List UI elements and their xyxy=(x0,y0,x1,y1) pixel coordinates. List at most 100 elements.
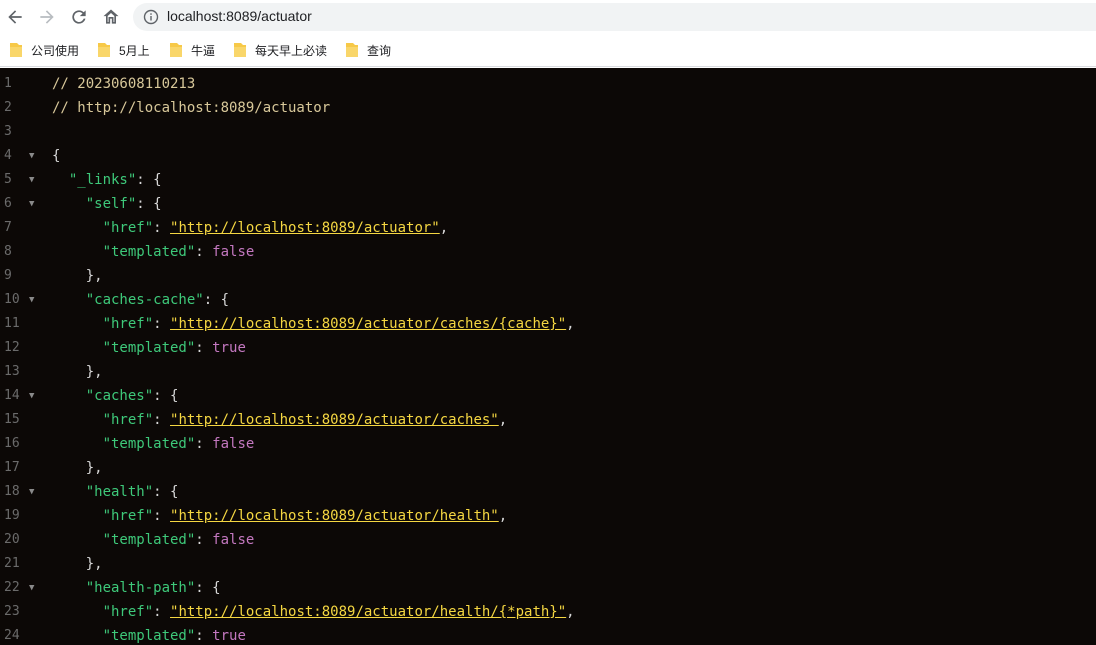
boolean-value: true xyxy=(212,340,246,356)
code-line: 2 // http://localhost:8089/actuator xyxy=(0,96,1096,120)
code-line: 4 ▼ { xyxy=(0,144,1096,168)
line-number: 12 xyxy=(4,340,20,355)
punctuation: : { xyxy=(153,484,179,500)
punctuation: : { xyxy=(203,292,230,308)
code-line: 5 ▼ "_links": { xyxy=(0,168,1096,192)
forward-button[interactable] xyxy=(35,5,59,29)
code-line: 21 }, xyxy=(0,552,1096,576)
punctuation: : xyxy=(195,244,213,260)
code-line: 1 // 20230608110213 xyxy=(0,72,1096,96)
bookmark-folder-4[interactable]: 每天早上必读 xyxy=(233,41,327,59)
reload-button[interactable] xyxy=(67,5,91,29)
browser-toolbar: localhost:8089/actuator xyxy=(0,0,1096,34)
line-number: 2 xyxy=(4,100,12,115)
line-number: 21 xyxy=(4,556,20,571)
boolean-value: false xyxy=(212,244,255,260)
code-line: 6 ▼ "self": { xyxy=(0,192,1096,216)
bookmark-folder-3[interactable]: 牛逼 xyxy=(169,41,215,59)
json-key: "href" xyxy=(102,220,154,236)
bookmark-label: 5月上 xyxy=(119,43,150,58)
punctuation: : { xyxy=(195,580,221,596)
punctuation: : xyxy=(153,220,171,236)
line-number: 20 xyxy=(4,532,20,547)
code-line: 20 "templated": false xyxy=(0,528,1096,552)
address-bar[interactable]: localhost:8089/actuator xyxy=(133,3,1096,31)
href-link[interactable]: "http://localhost:8089/actuator/health" xyxy=(170,508,499,524)
back-arrow-icon xyxy=(8,10,22,24)
punctuation: : xyxy=(195,532,213,548)
code-line: 14 ▼ "caches": { xyxy=(0,384,1096,408)
boolean-value: true xyxy=(212,628,246,644)
fold-toggle-icon[interactable]: ▼ xyxy=(29,480,34,504)
punctuation: : { xyxy=(136,172,162,188)
fold-toggle-icon[interactable]: ▼ xyxy=(29,384,34,408)
punctuation: : { xyxy=(153,388,179,404)
punctuation: }, xyxy=(85,460,103,476)
json-key: "templated" xyxy=(102,628,196,644)
href-link[interactable]: "http://localhost:8089/actuator" xyxy=(170,220,440,236)
folder-icon xyxy=(234,43,246,57)
line-number: 13 xyxy=(4,364,20,379)
line-number: 22 xyxy=(4,580,20,595)
forward-arrow-icon xyxy=(40,10,54,24)
punctuation: , xyxy=(566,604,575,620)
folder-icon xyxy=(346,43,358,57)
line-number: 8 xyxy=(4,244,12,259)
back-button[interactable] xyxy=(3,5,27,29)
punctuation: : xyxy=(153,412,171,428)
punctuation: , xyxy=(566,316,575,332)
folder-icon xyxy=(170,43,182,57)
href-link[interactable]: "http://localhost:8089/actuator/caches/{… xyxy=(170,316,566,332)
code-line: 10 ▼ "caches-cache": { xyxy=(0,288,1096,312)
json-viewer: 1 // 20230608110213 2 // http://localhos… xyxy=(0,68,1096,645)
fold-toggle-icon[interactable]: ▼ xyxy=(29,144,34,168)
href-link[interactable]: "http://localhost:8089/actuator/health/{… xyxy=(170,604,566,620)
code-line: 15 "href": "http://localhost:8089/actuat… xyxy=(0,408,1096,432)
info-icon[interactable] xyxy=(143,9,159,25)
code-line: 9 }, xyxy=(0,264,1096,288)
punctuation: : { xyxy=(136,196,162,212)
json-key: "href" xyxy=(102,604,154,620)
json-key: "templated" xyxy=(102,436,196,452)
punctuation: : xyxy=(195,628,213,644)
bookmark-label: 牛逼 xyxy=(191,43,216,58)
bookmark-label: 查询 xyxy=(367,43,392,58)
line-number: 6 xyxy=(4,196,12,211)
fold-toggle-icon[interactable]: ▼ xyxy=(29,168,34,192)
code-line: 3 xyxy=(0,120,1096,144)
bookmark-folder-1[interactable]: 公司使用 xyxy=(9,41,79,59)
line-number: 1 xyxy=(4,76,12,91)
fold-toggle-icon[interactable]: ▼ xyxy=(29,576,34,600)
code-line: 8 "templated": false xyxy=(0,240,1096,264)
bookmarks-bar: 公司使用 5月上 牛逼 每天早上必读 查询 xyxy=(0,34,1096,67)
code-line: 16 "templated": false xyxy=(0,432,1096,456)
folder-icon xyxy=(10,43,22,57)
home-icon xyxy=(103,9,119,24)
code-line: 11 "href": "http://localhost:8089/actuat… xyxy=(0,312,1096,336)
line-number: 11 xyxy=(4,316,20,331)
line-number: 9 xyxy=(4,268,12,283)
json-key: "templated" xyxy=(102,340,196,356)
url-comment: // http://localhost:8089/actuator xyxy=(52,100,331,116)
line-number: 10 xyxy=(4,292,20,307)
code-line: 19 "href": "http://localhost:8089/actuat… xyxy=(0,504,1096,528)
bookmark-folder-2[interactable]: 5月上 xyxy=(97,41,150,59)
json-key: "health-path" xyxy=(85,580,196,596)
json-key: "href" xyxy=(102,508,154,524)
url-text[interactable]: localhost:8089/actuator xyxy=(167,8,312,24)
punctuation: : xyxy=(195,340,213,356)
bookmark-folder-5[interactable]: 查询 xyxy=(345,41,391,59)
code-line: 18 ▼ "health": { xyxy=(0,480,1096,504)
punctuation: }, xyxy=(85,268,103,284)
fold-toggle-icon[interactable]: ▼ xyxy=(29,288,34,312)
json-key: "caches-cache" xyxy=(85,292,204,308)
fold-toggle-icon[interactable]: ▼ xyxy=(29,192,34,216)
json-key: "health" xyxy=(85,484,154,500)
code-line: 17 }, xyxy=(0,456,1096,480)
punctuation: , xyxy=(498,412,508,428)
bookmark-label: 公司使用 xyxy=(31,43,80,58)
boolean-value: false xyxy=(212,436,255,452)
href-link[interactable]: "http://localhost:8089/actuator/caches" xyxy=(170,412,499,428)
code-line: 24 "templated": true xyxy=(0,624,1096,645)
home-button[interactable] xyxy=(99,5,123,29)
